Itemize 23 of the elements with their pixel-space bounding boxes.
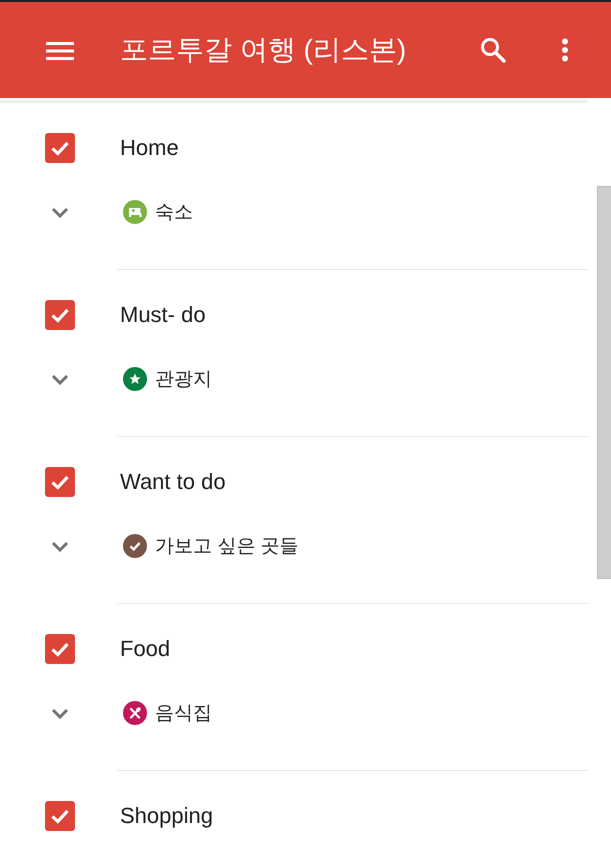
layer-checkbox[interactable] [45, 300, 75, 330]
layer-name: Home [120, 135, 179, 161]
layer-checkbox[interactable] [45, 467, 75, 497]
layer-checkbox[interactable] [45, 133, 75, 163]
map-title: 포르투갈 여행 (리스본) [120, 33, 406, 67]
style-label: 음식집 [155, 702, 212, 726]
chevron-down-icon[interactable] [51, 374, 69, 384]
layer-name: Shopping [120, 803, 213, 829]
layer-name: Food [120, 636, 170, 662]
layer-name: Want to do [120, 469, 226, 495]
layer-checkbox[interactable] [45, 634, 75, 664]
style-label: 관광지 [155, 368, 212, 392]
chevron-down-icon[interactable] [51, 540, 69, 552]
more-options-icon[interactable] [561, 38, 569, 62]
layer-name: Must- do [120, 302, 206, 328]
search-icon[interactable] [480, 37, 506, 63]
layer-checkbox[interactable] [45, 801, 75, 831]
scrollbar-thumb[interactable] [597, 186, 611, 579]
menu-icon[interactable] [46, 41, 74, 61]
chevron-down-icon[interactable] [51, 708, 69, 718]
style-label: 숙소 [155, 201, 193, 225]
chevron-down-icon[interactable] [51, 206, 69, 218]
style-label: 가보고 싶은 곳들 [155, 535, 299, 559]
